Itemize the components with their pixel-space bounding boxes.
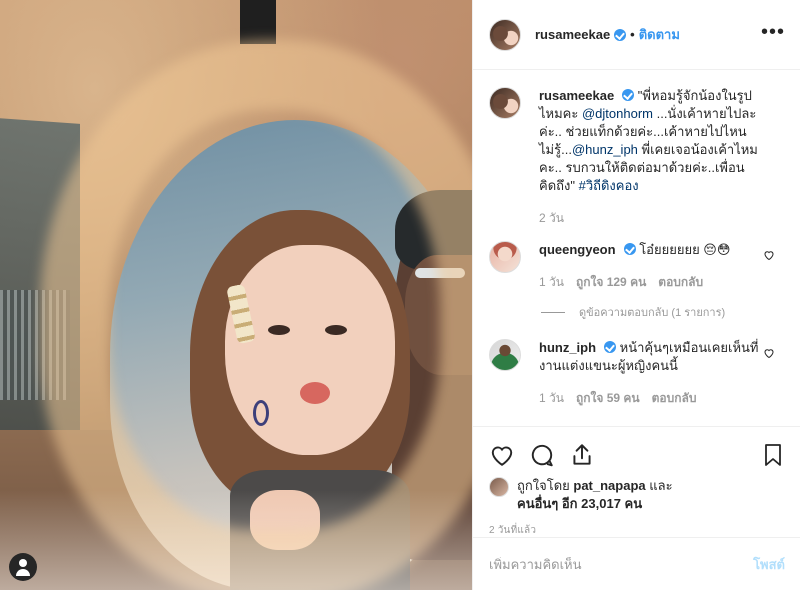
follow-button[interactable]: ติดตาม bbox=[639, 24, 680, 45]
verified-icon bbox=[614, 28, 627, 41]
comment-input[interactable] bbox=[489, 556, 754, 572]
comment-meta: 1 วัน ถูกใจ 129 คน ตอบกลับ bbox=[539, 273, 765, 291]
caption-time[interactable]: 2 วัน bbox=[539, 209, 564, 227]
post-modal: rusameekae • ติดตาม ••• rusameekae "พี่ห… bbox=[0, 0, 800, 590]
liked-conj: และ bbox=[645, 478, 673, 493]
comment-content: hunz_iph หน้าคุ้นๆเหมือนเคยเห็นที่งานแต่… bbox=[539, 339, 785, 407]
bookmark-icon[interactable] bbox=[761, 442, 785, 468]
comment-time[interactable]: 1 วัน bbox=[539, 389, 564, 407]
photo-foreground-blur bbox=[0, 490, 472, 590]
verified-icon bbox=[623, 243, 636, 255]
user-tag-icon[interactable] bbox=[9, 553, 37, 581]
reply-button[interactable]: ตอบกลับ bbox=[658, 273, 703, 291]
post-photo[interactable] bbox=[0, 0, 472, 590]
more-icon[interactable]: ••• bbox=[761, 22, 785, 42]
photo-pole bbox=[240, 0, 276, 44]
post-sidebar: rusameekae • ติดตาม ••• rusameekae "พี่ห… bbox=[472, 0, 800, 590]
liked-user[interactable]: pat_napapa bbox=[573, 478, 645, 493]
liked-prefix: ถูกใจโดย bbox=[517, 478, 574, 493]
caption-content: rusameekae "พี่หอมรู้จักน้องในรูปไหมคะ @… bbox=[539, 87, 785, 227]
post-timestamp[interactable]: 2 วันที่แล้ว bbox=[489, 523, 785, 538]
verified-icon bbox=[604, 341, 617, 353]
heart-icon[interactable] bbox=[763, 249, 775, 261]
caption-username[interactable]: rusameekae bbox=[539, 88, 614, 103]
hashtag-link[interactable]: #วิถีดิงคอง bbox=[579, 178, 639, 193]
post-header: rusameekae • ติดตาม ••• bbox=[473, 0, 800, 70]
liked-by-text: ถูกใจโดย pat_napapa และ คนอื่นๆ อีก 23,0… bbox=[517, 477, 673, 513]
avatar[interactable] bbox=[489, 241, 521, 273]
avatar[interactable] bbox=[489, 477, 509, 497]
comment-username[interactable]: hunz_iph bbox=[539, 340, 596, 355]
mention-link[interactable]: @djtonhorm bbox=[582, 106, 653, 121]
liked-others[interactable]: คนอื่นๆ อีก 23,017 คน bbox=[517, 496, 642, 511]
header-username[interactable]: rusameekae bbox=[535, 27, 610, 42]
comment-meta: 1 วัน ถูกใจ 59 คน ตอบกลับ bbox=[539, 389, 765, 407]
comment-username[interactable]: queengyeon bbox=[539, 242, 616, 257]
liked-by: ถูกใจโดย pat_napapa และ คนอื่นๆ อีก 23,0… bbox=[489, 477, 785, 513]
avatar[interactable] bbox=[489, 87, 521, 119]
add-comment-bar: โพสต์ bbox=[473, 537, 800, 590]
comment-text: โอ๋ยยยยยย 😔😳 bbox=[639, 242, 731, 257]
reply-button[interactable]: ตอบกลับ bbox=[652, 389, 697, 407]
mention-link[interactable]: @hunz_iph bbox=[572, 142, 638, 157]
user-tag-body bbox=[16, 569, 30, 576]
user-tag-head bbox=[19, 559, 27, 567]
view-replies-button[interactable]: ดูข้อความตอบกลับ (1 รายการ) bbox=[541, 303, 785, 321]
comment-item: hunz_iph หน้าคุ้นๆเหมือนเคยเห็นที่งานแต่… bbox=[489, 339, 785, 407]
heart-icon[interactable] bbox=[489, 442, 515, 468]
comment-content: queengyeon โอ๋ยยยยยย 😔😳 1 วัน ถูกใจ 129 … bbox=[539, 241, 785, 291]
separator-dot: • bbox=[630, 27, 635, 42]
comment-icon[interactable] bbox=[529, 442, 555, 468]
post-button[interactable]: โพสต์ bbox=[753, 554, 785, 575]
verified-icon bbox=[622, 89, 635, 101]
comment-likes[interactable]: ถูกใจ 59 คน bbox=[576, 389, 640, 407]
post-actions: ถูกใจโดย pat_napapa และ คนอื่นๆ อีก 23,0… bbox=[473, 426, 800, 538]
view-replies-line bbox=[541, 311, 565, 313]
caption-meta: 2 วัน bbox=[539, 209, 765, 227]
action-icons bbox=[489, 435, 785, 475]
share-icon[interactable] bbox=[569, 442, 595, 468]
comment-time[interactable]: 1 วัน bbox=[539, 273, 564, 291]
avatar[interactable] bbox=[489, 18, 521, 51]
view-replies-label: ดูข้อความตอบกลับ (1 รายการ) bbox=[579, 307, 726, 319]
caption: rusameekae "พี่หอมรู้จักน้องในรูปไหมคะ @… bbox=[489, 87, 785, 227]
comment-likes[interactable]: ถูกใจ 129 คน bbox=[576, 273, 646, 291]
avatar[interactable] bbox=[489, 339, 521, 371]
comments-list[interactable]: rusameekae "พี่หอมรู้จักน้องในรูปไหมคะ @… bbox=[473, 71, 800, 426]
comment-item: queengyeon โอ๋ยยยยยย 😔😳 1 วัน ถูกใจ 129 … bbox=[489, 241, 785, 291]
heart-icon[interactable] bbox=[763, 347, 775, 359]
